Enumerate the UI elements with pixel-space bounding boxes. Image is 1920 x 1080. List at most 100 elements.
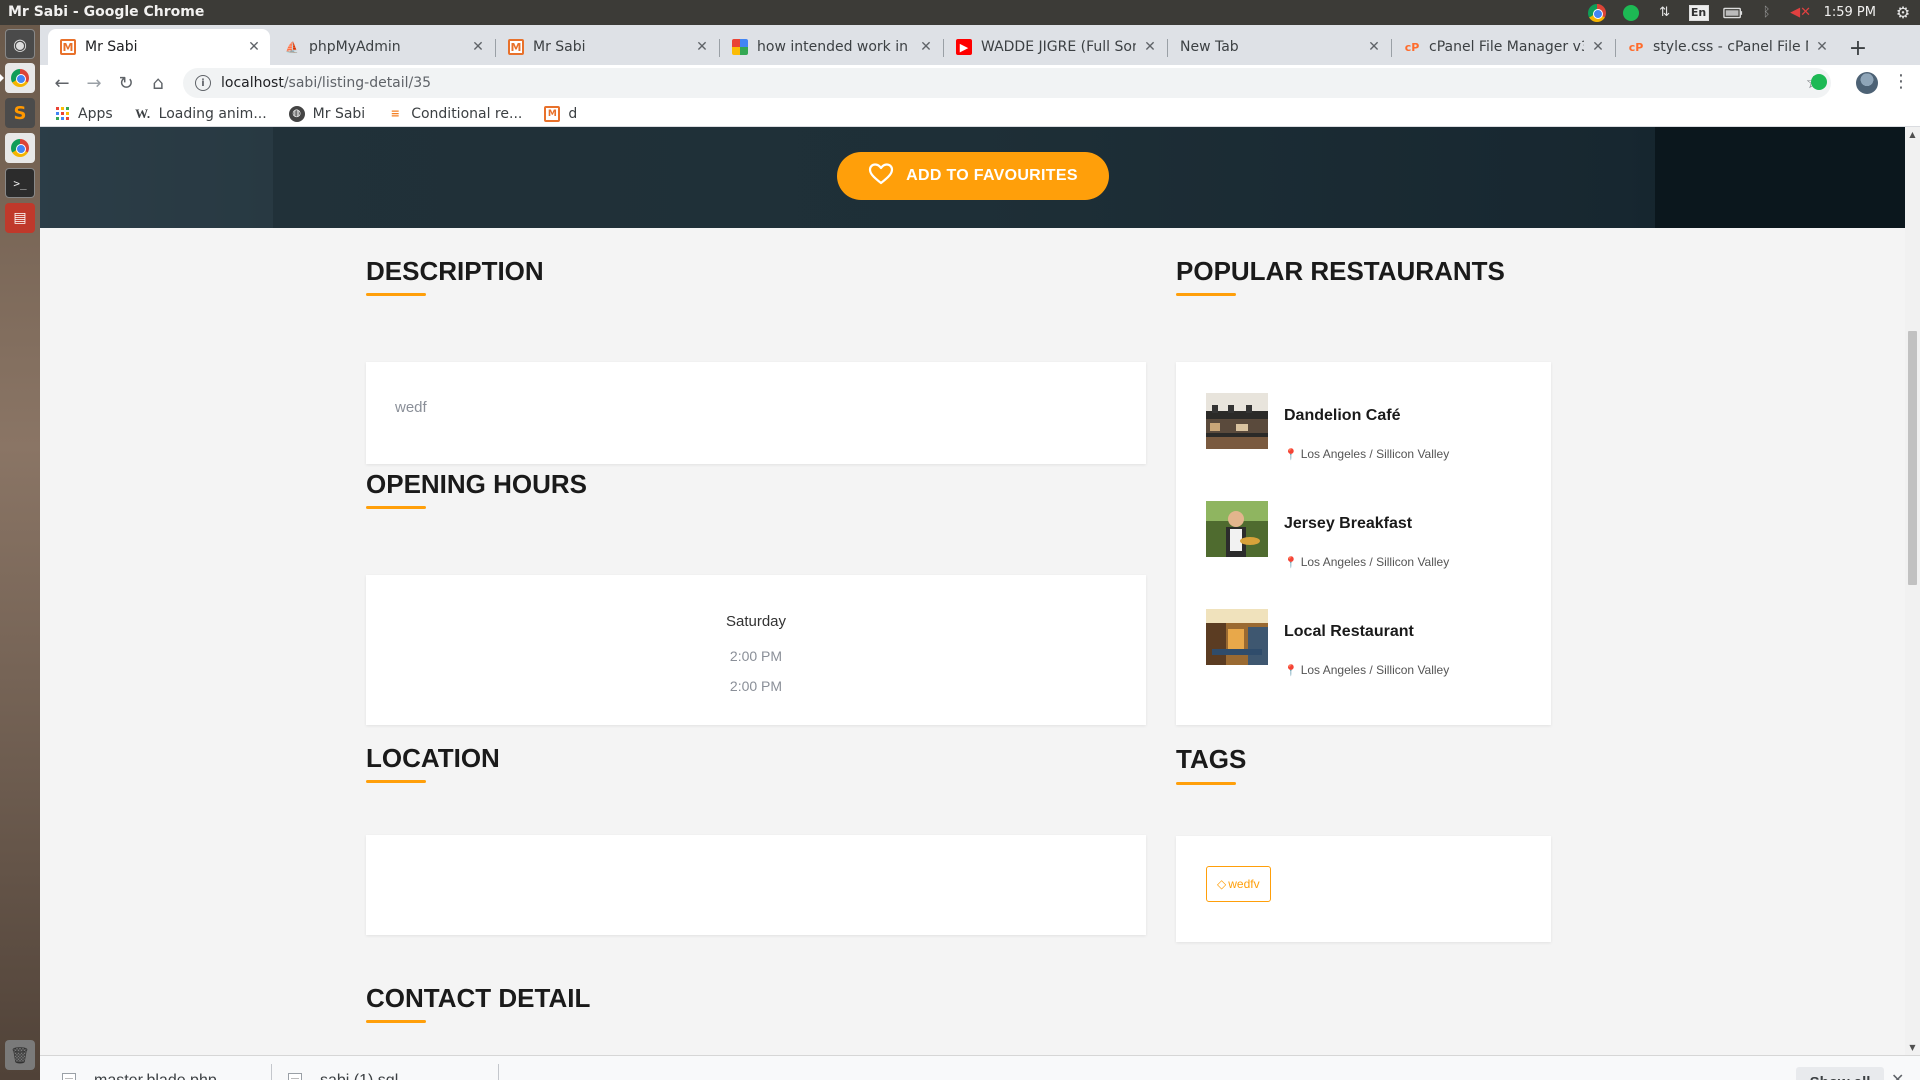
add-to-favourites-button[interactable]: ADD TO FAVOURITES [837, 152, 1109, 200]
restaurant-item[interactable]: Dandelion Café 📍 Los Angeles / Sillicon V… [1206, 393, 1536, 461]
bookmark-conditional[interactable]: ≡ Conditional re... [387, 106, 523, 122]
heart-icon [868, 163, 894, 189]
description-heading: DESCRIPTION [366, 256, 544, 286]
phpmyadmin-favicon-icon: ⛵ [285, 40, 299, 54]
scroll-up-arrow-icon[interactable]: ▲ [1905, 127, 1920, 142]
tab-style-css[interactable]: cP style.css - cPanel File M ✕ [1616, 29, 1838, 65]
bookmark-apps[interactable]: Apps [54, 106, 113, 122]
new-tab-button[interactable]: + [1844, 34, 1872, 62]
tab-close-icon[interactable]: ✕ [918, 39, 934, 55]
tab-close-icon[interactable]: ✕ [694, 39, 710, 55]
settings-gear-icon[interactable]: ⚙ [1893, 3, 1913, 22]
tab-close-icon[interactable]: ✕ [1590, 39, 1606, 55]
chrome-menu-icon[interactable]: ⋮ [1892, 71, 1910, 92]
back-arrow-icon[interactable]: ← [48, 69, 76, 97]
browser-toolbar: ← → ↻ ⌂ i localhost/sabi/listing-detail/… [40, 65, 1920, 101]
tab-mr-sabi-active[interactable]: M Mr Sabi ✕ [48, 29, 270, 65]
bookmark-d[interactable]: M d [544, 105, 577, 122]
keyboard-layout-indicator[interactable]: En [1688, 4, 1709, 21]
bookmark-mr-sabi[interactable]: ◍ Mr Sabi [288, 105, 365, 122]
map-pin-icon: 📍 [1284, 665, 1298, 677]
tab-label: cPanel File Manager v3 [1429, 39, 1584, 55]
reload-icon[interactable]: ↻ [112, 69, 140, 97]
map-pin-icon: 📍 [1284, 557, 1298, 569]
tab-label: New Tab [1180, 39, 1239, 55]
tab-close-icon[interactable]: ✕ [1814, 39, 1830, 55]
mr-sabi-favicon-icon: M [508, 39, 524, 55]
profile-avatar[interactable] [1856, 72, 1878, 94]
chrome-tray-icon[interactable] [1587, 3, 1607, 22]
chrome-alt-launcher-icon[interactable] [5, 133, 35, 163]
show-all-downloads-button[interactable]: Show all [1796, 1067, 1884, 1080]
url-host: localhost [221, 75, 284, 91]
page-scrollbar[interactable]: ▲ ▼ [1905, 127, 1920, 1055]
trash-icon[interactable]: 🗑 [5, 1040, 35, 1070]
favourite-button-label: ADD TO FAVOURITES [906, 167, 1078, 184]
cpanel-favicon-icon: cP [1404, 40, 1420, 54]
heading-underline [366, 506, 426, 509]
location-text: Los Angeles / Sillicon Valley [1300, 447, 1450, 461]
restaurant-name[interactable]: Jersey Breakfast [1284, 515, 1412, 533]
restaurant-thumbnail[interactable] [1206, 501, 1268, 557]
network-icon[interactable]: ⇅ [1655, 5, 1675, 21]
location-card [366, 835, 1146, 935]
chevron-up-icon[interactable]: ︿ [468, 1073, 480, 1080]
file-manager-icon[interactable]: ▤ [5, 203, 35, 233]
tab-new-tab[interactable]: New Tab ✕ [1168, 29, 1390, 65]
bluetooth-icon[interactable]: ᛒ [1757, 5, 1777, 21]
restaurant-location: 📍 Los Angeles / Sillicon Valley [1284, 663, 1449, 677]
restaurant-thumbnail[interactable] [1206, 393, 1268, 449]
tab-close-icon[interactable]: ✕ [246, 39, 262, 55]
bookmark-loading-anim[interactable]: W. Loading anim... [135, 106, 267, 122]
tab-label: Mr Sabi [85, 39, 138, 55]
restaurant-item[interactable]: Local Restaurant 📍 Los Angeles / Sillicon… [1206, 609, 1536, 677]
heading-underline [1176, 782, 1236, 785]
tab-cpanel-file-manager[interactable]: cP cPanel File Manager v3 ✕ [1392, 29, 1614, 65]
restaurant-thumbnail[interactable] [1206, 609, 1268, 665]
tab-google-search[interactable]: how intended work in l ✕ [720, 29, 942, 65]
sublime-text-icon[interactable]: S [5, 98, 35, 128]
scrollbar-thumb[interactable] [1908, 331, 1917, 585]
window-title: Mr Sabi - Google Chrome [8, 4, 205, 20]
download-shelf: master.blade.php ︿ sabi (1).sql ︿ Show a… [40, 1055, 1920, 1080]
chevron-up-icon[interactable]: ︿ [243, 1073, 255, 1080]
mr-sabi-favicon-icon: M [544, 105, 561, 122]
download-item[interactable]: master.blade.php ︿ [62, 1056, 255, 1080]
tab-close-icon[interactable]: ✕ [470, 39, 486, 55]
tab-close-icon[interactable]: ✕ [1142, 39, 1158, 55]
description-text: wedf [395, 399, 427, 416]
forward-arrow-icon[interactable]: → [80, 69, 108, 97]
terminal-icon[interactable]: >_ [5, 168, 35, 198]
map-pin-icon: 📍 [1284, 449, 1298, 461]
volume-muted-icon[interactable]: ◀✕ [1790, 5, 1811, 21]
tag-chip[interactable]: ◇ wedfv [1206, 866, 1271, 902]
tab-close-icon[interactable]: ✕ [1366, 39, 1382, 55]
grammarly-tray-icon[interactable] [1621, 4, 1641, 21]
site-info-icon[interactable]: i [195, 75, 211, 91]
bookmark-label: Loading anim... [158, 105, 267, 122]
download-item[interactable]: sabi (1).sql ︿ [288, 1056, 480, 1080]
download-filename: sabi (1).sql [320, 1072, 398, 1080]
close-download-shelf-icon[interactable]: ✕ [1891, 1070, 1904, 1080]
chrome-window: M Mr Sabi ✕ ⛵ phpMyAdmin ✕ M Mr Sabi ✕ h… [40, 25, 1920, 1080]
restaurant-location: 📍 Los Angeles / Sillicon Valley [1284, 555, 1449, 569]
tags-card: ◇ wedfv [1176, 836, 1551, 942]
tab-mr-sabi-2[interactable]: M Mr Sabi ✕ [496, 29, 718, 65]
restaurant-name[interactable]: Local Restaurant [1284, 623, 1414, 641]
dash-home-icon[interactable]: ◉ [5, 29, 35, 59]
tab-youtube[interactable]: ▶ WADDE JIGRE (Full Son ✕ [944, 29, 1166, 65]
file-icon [288, 1072, 302, 1080]
grammarly-extension-icon[interactable] [1811, 74, 1827, 90]
clock[interactable]: 1:59 PM [1824, 5, 1876, 20]
restaurant-item[interactable]: Jersey Breakfast 📍 Los Angeles / Sillicon… [1206, 501, 1536, 569]
home-icon[interactable]: ⌂ [144, 69, 172, 97]
tab-phpmyadmin[interactable]: ⛵ phpMyAdmin ✕ [272, 29, 494, 65]
restaurant-name[interactable]: Dandelion Café [1284, 407, 1400, 425]
heading-underline [366, 780, 426, 783]
scroll-down-arrow-icon[interactable]: ▼ [1905, 1040, 1920, 1055]
location-heading: LOCATION [366, 743, 500, 773]
chrome-launcher-icon[interactable] [0, 63, 35, 93]
description-card: wedf [366, 362, 1146, 464]
address-bar[interactable]: i localhost/sabi/listing-detail/35 ☆ [183, 68, 1831, 98]
battery-icon[interactable] [1722, 5, 1743, 21]
